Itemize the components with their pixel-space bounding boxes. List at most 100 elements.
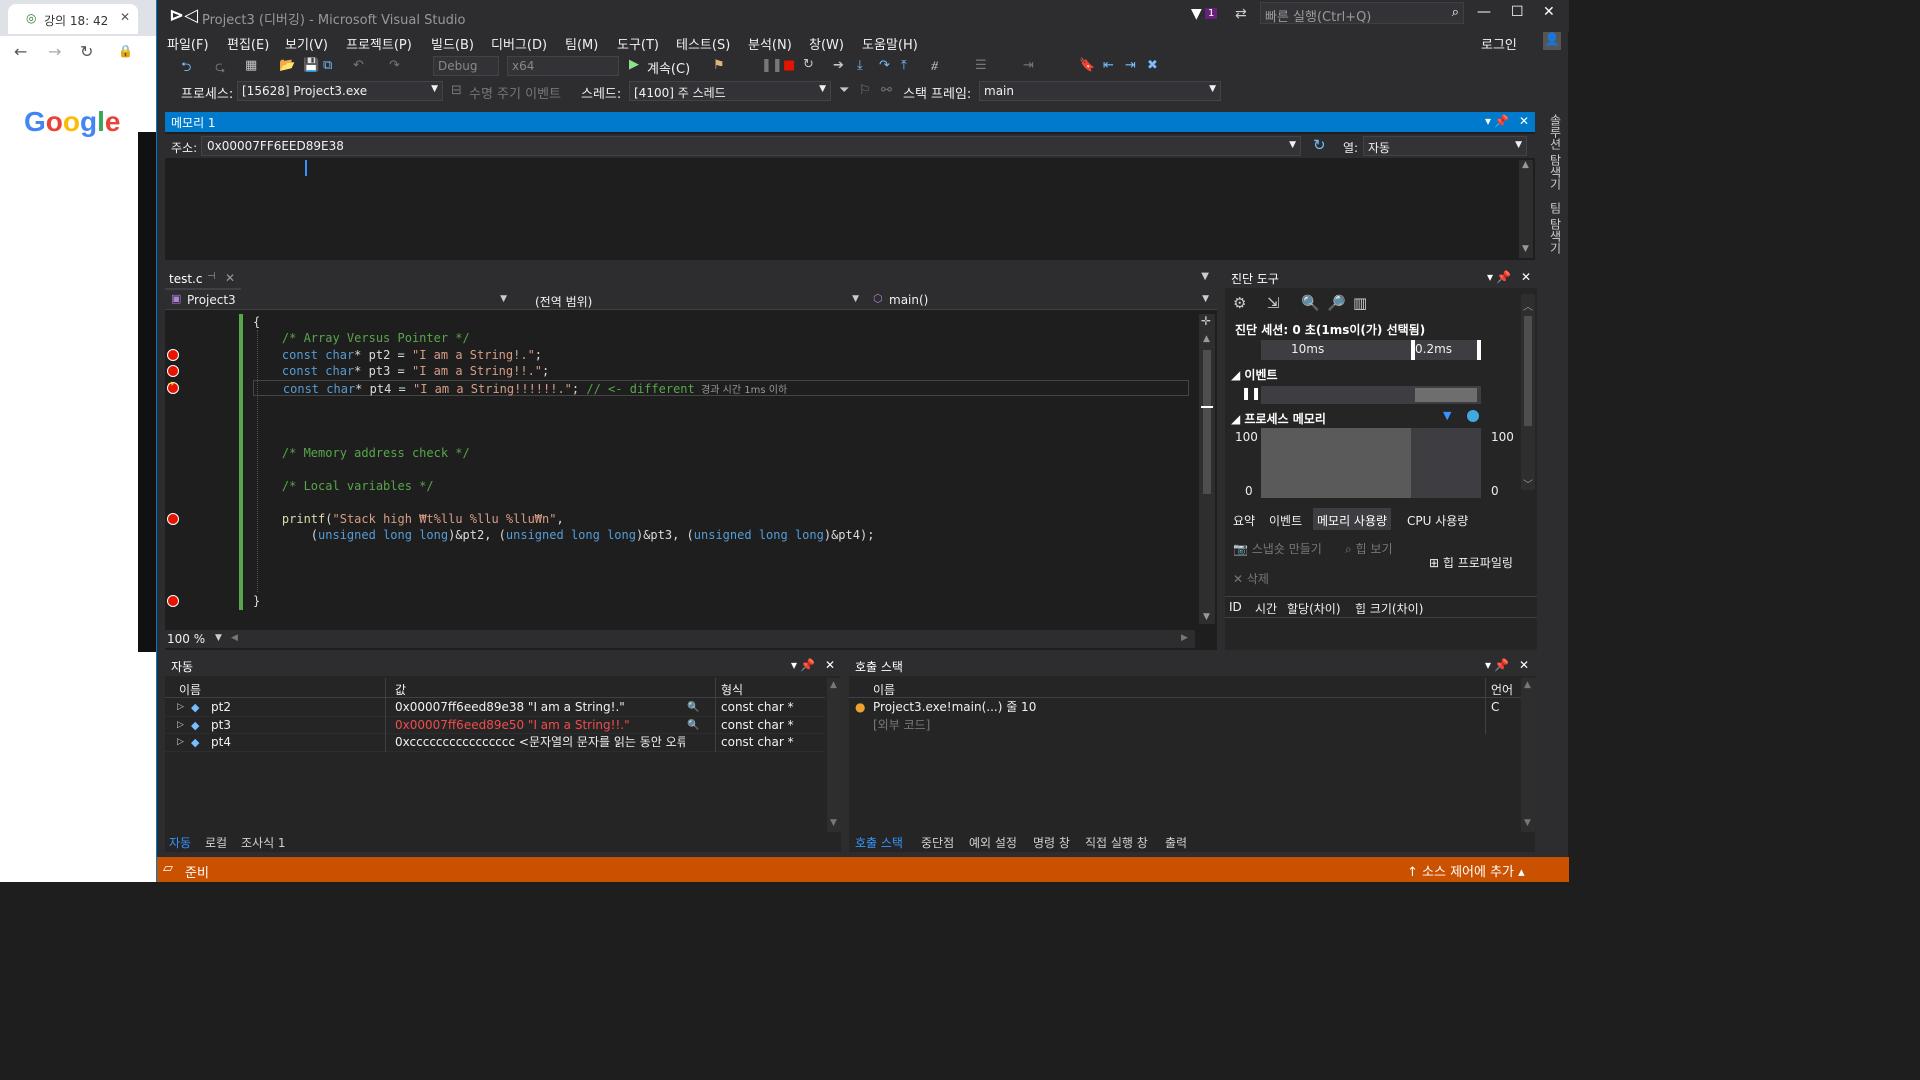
pin-icon[interactable]: 📌: [800, 658, 815, 672]
menu-project[interactable]: 프로젝트(P): [346, 34, 412, 53]
col-time[interactable]: 시간: [1255, 600, 1277, 617]
restart-icon[interactable]: ↻: [803, 57, 814, 72]
new-project-icon[interactable]: ▦: [245, 58, 257, 73]
close-icon[interactable]: ✕: [120, 10, 130, 24]
var-value[interactable]: 0x00007ff6eed89e38 "I am a String!.": [395, 699, 685, 716]
dropdown-icon[interactable]: ▾: [1487, 270, 1493, 284]
scroll-down-icon[interactable]: ▼: [1524, 818, 1531, 828]
table-row[interactable]: ▷ ◆ pt2 0x00007ff6eed89e38 "I am a String!.…: [165, 699, 825, 717]
project-dropdown[interactable]: ▣ Project3 ▼: [167, 291, 511, 309]
tab-cpu-usage[interactable]: CPU 사용량: [1407, 512, 1468, 529]
maximize-icon[interactable]: ☐: [1511, 4, 1524, 20]
platform-dropdown[interactable]: x64: [507, 56, 619, 76]
expand-icon[interactable]: ▷: [177, 717, 184, 734]
prev-bookmark-icon[interactable]: ⇤: [1103, 58, 1114, 73]
menu-view[interactable]: 보기(V): [285, 34, 328, 53]
bookmark-icon[interactable]: 🔖: [1079, 58, 1095, 73]
menu-build[interactable]: 빌드(B): [431, 34, 474, 53]
scroll-down-icon[interactable]: ▼: [1203, 612, 1210, 622]
menu-edit[interactable]: 편집(E): [227, 34, 269, 53]
menu-team[interactable]: 팀(M): [565, 34, 598, 53]
solution-explorer-side-tab[interactable]: 솔루션 탐색기: [1547, 114, 1564, 190]
dropdown-icon[interactable]: ▾: [791, 658, 797, 672]
code-line[interactable]: [253, 412, 1189, 428]
notification-badge[interactable]: 1: [1205, 8, 1218, 19]
stop-icon[interactable]: ■: [783, 58, 795, 73]
code-line[interactable]: [253, 396, 1189, 412]
chevron-down-icon[interactable]: ▼: [1201, 271, 1209, 282]
menu-debug[interactable]: 디버그(D): [491, 34, 547, 53]
scroll-down-icon[interactable]: ▼: [1522, 244, 1529, 254]
heap-profiling-toggle[interactable]: ⊞ 힙 프로파일링: [1429, 554, 1513, 571]
table-row[interactable]: ● Project3.exe!main(...) 줄 10 C: [849, 699, 1521, 717]
comment-icon[interactable]: ☰: [975, 58, 987, 73]
var-value[interactable]: 0xcccccccccccccccc <문자열의 문자를 읽는 동안 오류가 .…: [395, 734, 685, 751]
tab-locals[interactable]: 로컬: [205, 834, 227, 851]
var-value[interactable]: 0x00007ff6eed89e50 "I am a String!!.": [395, 717, 685, 734]
clear-bookmarks-icon[interactable]: ✖: [1147, 58, 1158, 73]
pause-icon[interactable]: ❚❚: [761, 58, 783, 73]
close-icon[interactable]: ✕: [1519, 114, 1529, 128]
continue-icon[interactable]: ▶: [629, 57, 639, 72]
show-flagged-icon[interactable]: ⚯: [881, 83, 892, 98]
heap-view-button[interactable]: ⌕ 힙 보기: [1345, 540, 1392, 557]
code-line[interactable]: {: [253, 314, 1189, 330]
tab-command-window[interactable]: 명령 창: [1033, 834, 1070, 851]
memory-row[interactable]: [167, 209, 1517, 225]
memory-row[interactable]: [167, 176, 1517, 192]
call-stack-scrollbar[interactable]: ▲ ▼: [1521, 678, 1535, 832]
scroll-up-icon[interactable]: ▲: [1522, 160, 1529, 170]
account-icon[interactable]: 👤: [1543, 32, 1561, 50]
step-over-icon[interactable]: ↷: [879, 58, 890, 73]
code-line[interactable]: /* Array Versus Pointer */: [253, 330, 1189, 346]
lifecycle-events-button[interactable]: 수명 주기 이벤트: [469, 83, 561, 102]
code-line[interactable]: [253, 462, 1189, 478]
save-all-icon[interactable]: ⧉: [323, 58, 332, 73]
browser-tab[interactable]: ◎ 강의 18: 42 ✕: [8, 4, 138, 34]
scroll-down-icon[interactable]: ▼: [830, 818, 837, 828]
code-line[interactable]: const char* pt2 = "I am a String!.";: [253, 347, 1189, 363]
code-line[interactable]: [253, 429, 1189, 445]
scroll-up-icon[interactable]: ▲: [1203, 334, 1210, 344]
events-section[interactable]: ◢ 이벤트: [1231, 366, 1278, 383]
address-input[interactable]: 0x00007FF6EED89E38 ▼: [201, 136, 1301, 156]
dropdown-icon[interactable]: ▾: [1485, 658, 1491, 672]
dropdown-icon[interactable]: ▾: [1485, 114, 1491, 128]
search-icon[interactable]: ⌕: [1452, 5, 1459, 20]
menu-file[interactable]: 파일(F): [167, 34, 209, 53]
close-icon[interactable]: ✕: [825, 658, 835, 672]
memory-row[interactable]: [167, 193, 1517, 209]
tab-immediate-window[interactable]: 직접 실행 창: [1085, 834, 1148, 851]
breakpoint-icon[interactable]: [167, 348, 179, 361]
scroll-up-icon[interactable]: ︿: [1523, 298, 1533, 313]
tab-autos[interactable]: 자동: [169, 834, 191, 851]
diag-scrollbar[interactable]: ︿ ﹀: [1521, 294, 1535, 491]
code-line[interactable]: /* Memory address check */: [253, 445, 1189, 461]
chevron-down-icon[interactable]: ▼: [215, 633, 222, 643]
code-line[interactable]: const char* pt3 = "I am a String!!.";: [253, 363, 1189, 379]
tab-watch-1[interactable]: 조사식 1: [241, 834, 286, 851]
breakpoint-icon[interactable]: [167, 512, 179, 525]
config-dropdown[interactable]: Debug: [433, 56, 499, 76]
tab-memory-usage[interactable]: 메모리 사용량: [1313, 508, 1392, 530]
feedback-icon[interactable]: ⇄: [1235, 6, 1247, 22]
continue-button[interactable]: 계속(C): [647, 58, 690, 77]
export-icon[interactable]: ⇲: [1267, 294, 1280, 312]
reload-icon[interactable]: ↻: [80, 42, 93, 61]
perf-tip[interactable]: 경과 시간 1ms 이하: [695, 385, 787, 396]
flag-thread-icon[interactable]: ⚐: [859, 83, 871, 98]
tab-call-stack[interactable]: 호출 스택: [855, 834, 903, 851]
scroll-up-icon[interactable]: ▲: [1524, 680, 1531, 690]
col-name[interactable]: 이름: [873, 681, 895, 698]
pin-icon[interactable]: ⊣: [207, 271, 216, 282]
editor-vscrollbar[interactable]: ✛ ▲ ▼: [1199, 314, 1215, 624]
breakpoint-icon[interactable]: [167, 594, 179, 607]
scroll-left-icon[interactable]: ◀: [231, 633, 238, 643]
col-heap-size-diff[interactable]: 힙 크기(차이): [1355, 600, 1423, 617]
close-window-icon[interactable]: ✕: [1543, 4, 1555, 20]
col-id[interactable]: ID: [1229, 600, 1242, 614]
zoom-in-icon[interactable]: 🔍: [1301, 294, 1320, 312]
memory-row[interactable]: [167, 160, 1517, 176]
table-row[interactable]: ▷ ◆ pt4 0xcccccccccccccccc <문자열의 문자를 읽는 동안 …: [165, 734, 825, 752]
quick-launch[interactable]: 빠른 실행(Ctrl+Q) ⌕: [1260, 2, 1464, 25]
